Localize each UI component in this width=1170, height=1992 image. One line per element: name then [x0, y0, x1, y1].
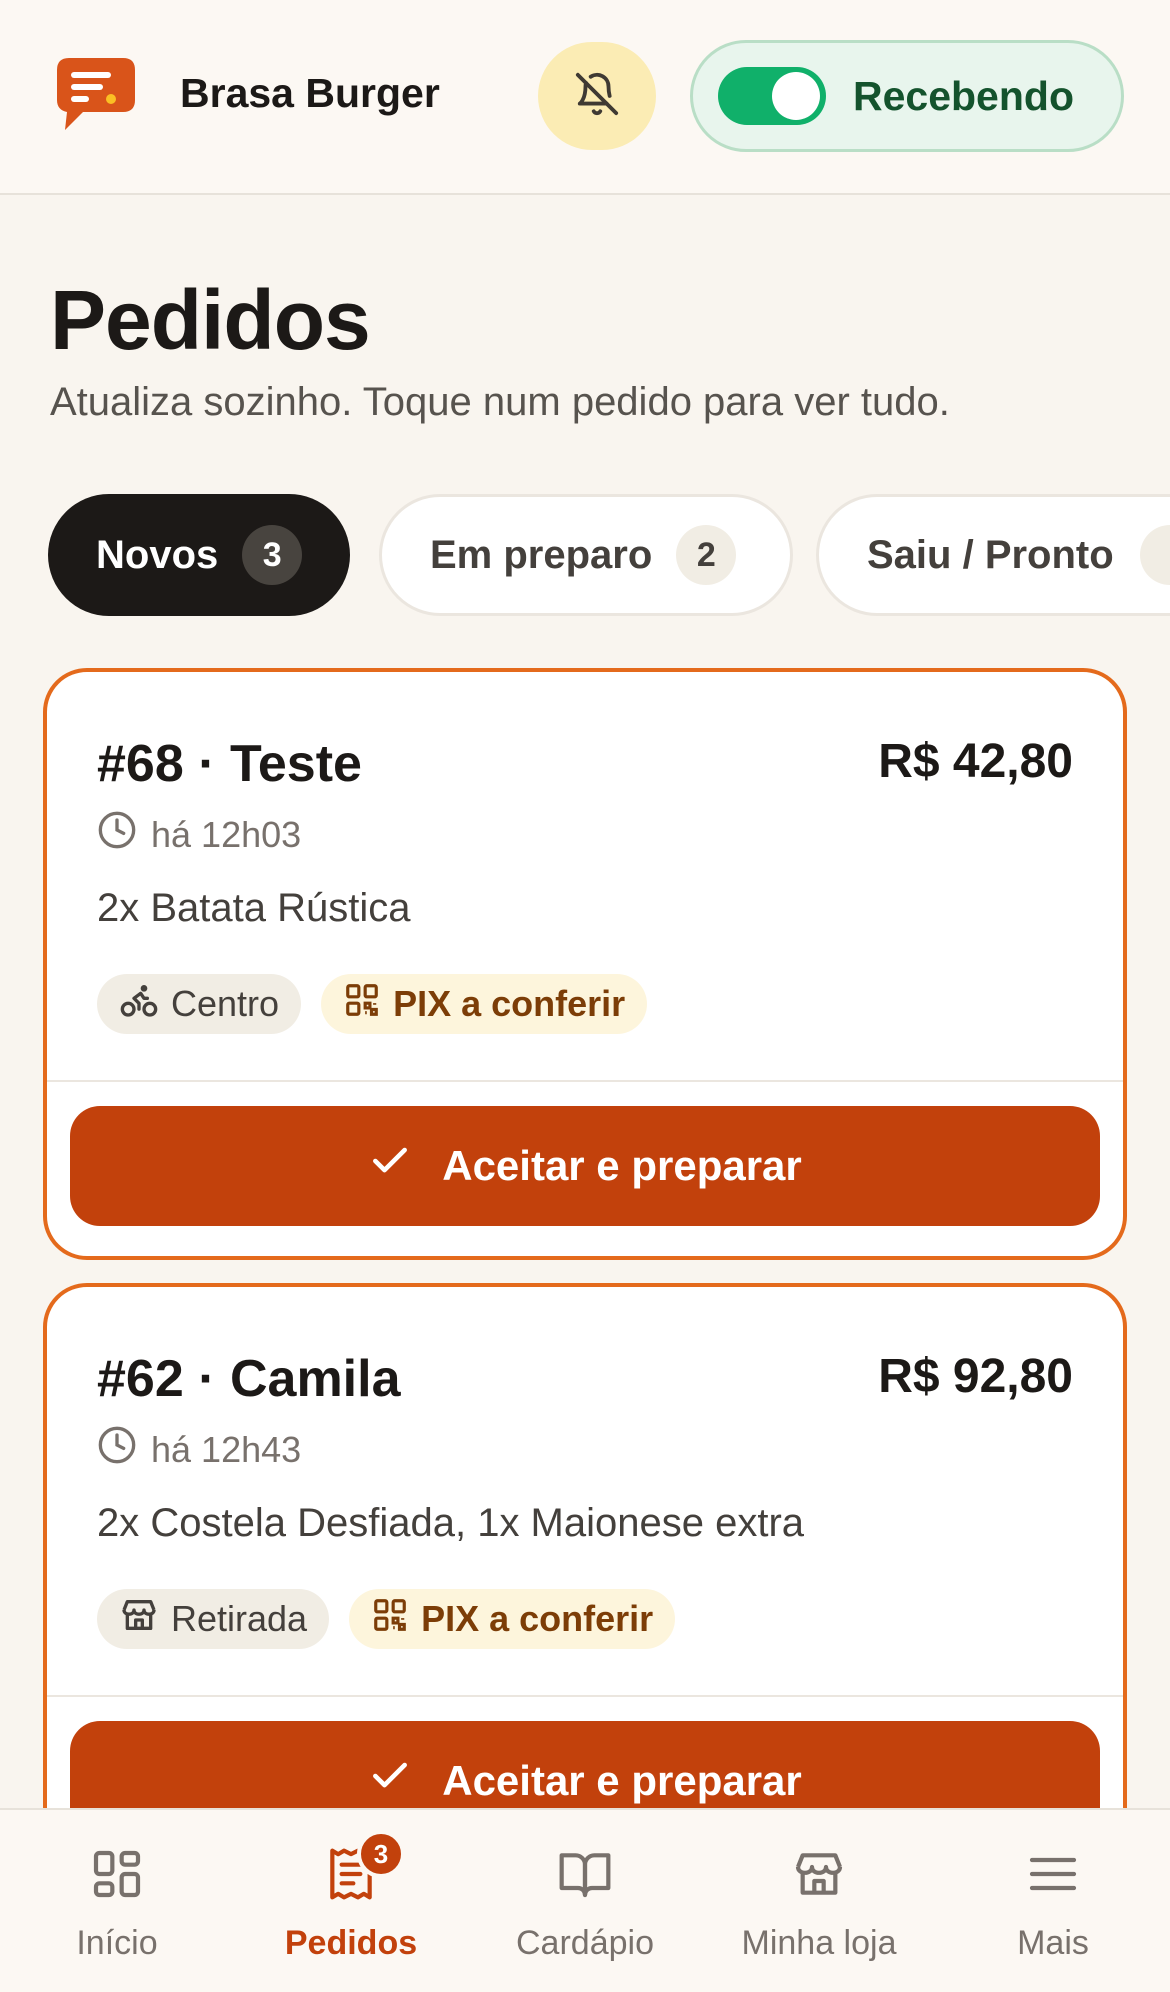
tab-label: Saiu / Pronto	[867, 532, 1114, 577]
nav-label: Minha loja	[741, 1924, 897, 1962]
nav-badge: 3	[357, 1830, 405, 1878]
nav-label: Pedidos	[284, 1924, 418, 1962]
order-chips: Centro PIX a conferir	[97, 974, 648, 1034]
bike-icon	[119, 980, 159, 1029]
tab-label: Novos	[96, 532, 219, 577]
qr-code-icon	[343, 981, 381, 1028]
nav-label: Cardápio	[516, 1924, 654, 1962]
chat-bubble-logo-icon	[55, 56, 137, 132]
status-label: Recebendo	[853, 73, 1074, 119]
menu-icon	[1025, 1844, 1081, 1904]
nav-label: Mais	[1017, 1924, 1089, 1962]
delivery-area-chip: Centro	[97, 974, 302, 1034]
chip-label: Centro	[171, 983, 280, 1024]
order-time-text: há 12h03	[151, 813, 302, 855]
payment-status-chip: PIX a conferir	[349, 1589, 676, 1649]
clock-icon	[97, 810, 137, 859]
tab-saiu-pronto[interactable]: Saiu / Pronto	[816, 494, 1170, 616]
pickup-chip: Retirada	[97, 1589, 330, 1649]
card-divider	[47, 1695, 1123, 1697]
order-title: #68 · Teste	[97, 735, 362, 793]
chip-label: PIX a conferir	[393, 983, 626, 1024]
order-items: 2x Batata Rústica	[97, 886, 411, 930]
tab-count-badge: 3	[242, 525, 303, 585]
order-card[interactable]: #68 · Teste R$ 42,80 há 12h03 2x Batata …	[43, 668, 1127, 1260]
tab-label: Em preparo	[430, 532, 653, 577]
order-price: R$ 42,80	[878, 735, 1073, 788]
check-icon	[368, 1754, 412, 1808]
order-items: 2x Costela Desfiada, 1x Maionese extra	[97, 1501, 805, 1545]
nav-item-inicio[interactable]: Início	[0, 1810, 234, 1992]
page-subtitle: Atualiza sozinho. Toque num pedido para …	[50, 380, 950, 424]
page-title: Pedidos	[50, 273, 371, 367]
tab-novos[interactable]: Novos 3	[48, 494, 350, 616]
accept-order-button[interactable]: Aceitar e preparar	[70, 1106, 1100, 1226]
nav-item-cardapio[interactable]: Cardápio	[468, 1810, 702, 1992]
bell-off-icon	[574, 71, 620, 122]
grid-icon	[89, 1844, 145, 1904]
tab-count-badge: 2	[676, 525, 737, 585]
book-icon	[557, 1844, 613, 1904]
order-time: há 12h43	[97, 1425, 301, 1474]
store-name: Brasa Burger	[180, 70, 440, 116]
nav-item-pedidos[interactable]: 3 Pedidos	[234, 1810, 468, 1992]
nav-item-mais[interactable]: Mais	[936, 1810, 1170, 1992]
accept-order-label: Aceitar e preparar	[442, 1142, 802, 1189]
store-icon	[791, 1844, 847, 1904]
accept-order-label: Aceitar e preparar	[442, 1757, 802, 1804]
order-title: #62 · Camila	[97, 1350, 401, 1408]
bottom-navigation: Início 3 Pedidos Cardápio Minha loja Mai…	[0, 1808, 1170, 1992]
nav-label: Início	[76, 1924, 158, 1962]
order-status-tabs: Novos 3 Em preparo 2 Saiu / Pronto	[48, 494, 1170, 616]
tab-em-preparo[interactable]: Em preparo 2	[379, 494, 793, 616]
order-price: R$ 92,80	[878, 1350, 1073, 1403]
order-chips: Retirada PIX a conferir	[97, 1589, 676, 1649]
nav-item-minha-loja[interactable]: Minha loja	[702, 1810, 936, 1992]
chip-label: Retirada	[171, 1598, 308, 1639]
clock-icon	[97, 1425, 137, 1474]
store-icon	[119, 1595, 159, 1644]
order-time-text: há 12h43	[151, 1428, 302, 1470]
receiving-orders-toggle[interactable]: Recebendo	[690, 40, 1124, 152]
receipt-icon: 3	[323, 1830, 405, 1904]
payment-status-chip: PIX a conferir	[321, 974, 648, 1034]
toggle-knob	[772, 72, 820, 120]
order-time: há 12h03	[97, 810, 301, 859]
tab-count-badge	[1139, 525, 1170, 585]
qr-code-icon	[371, 1596, 409, 1643]
toggle-switch[interactable]	[718, 67, 826, 125]
chip-label: PIX a conferir	[421, 1598, 654, 1639]
check-icon	[368, 1139, 412, 1193]
card-divider	[47, 1080, 1123, 1082]
mute-notifications-button[interactable]	[538, 42, 656, 150]
app-header: Brasa Burger Recebendo	[0, 0, 1170, 195]
